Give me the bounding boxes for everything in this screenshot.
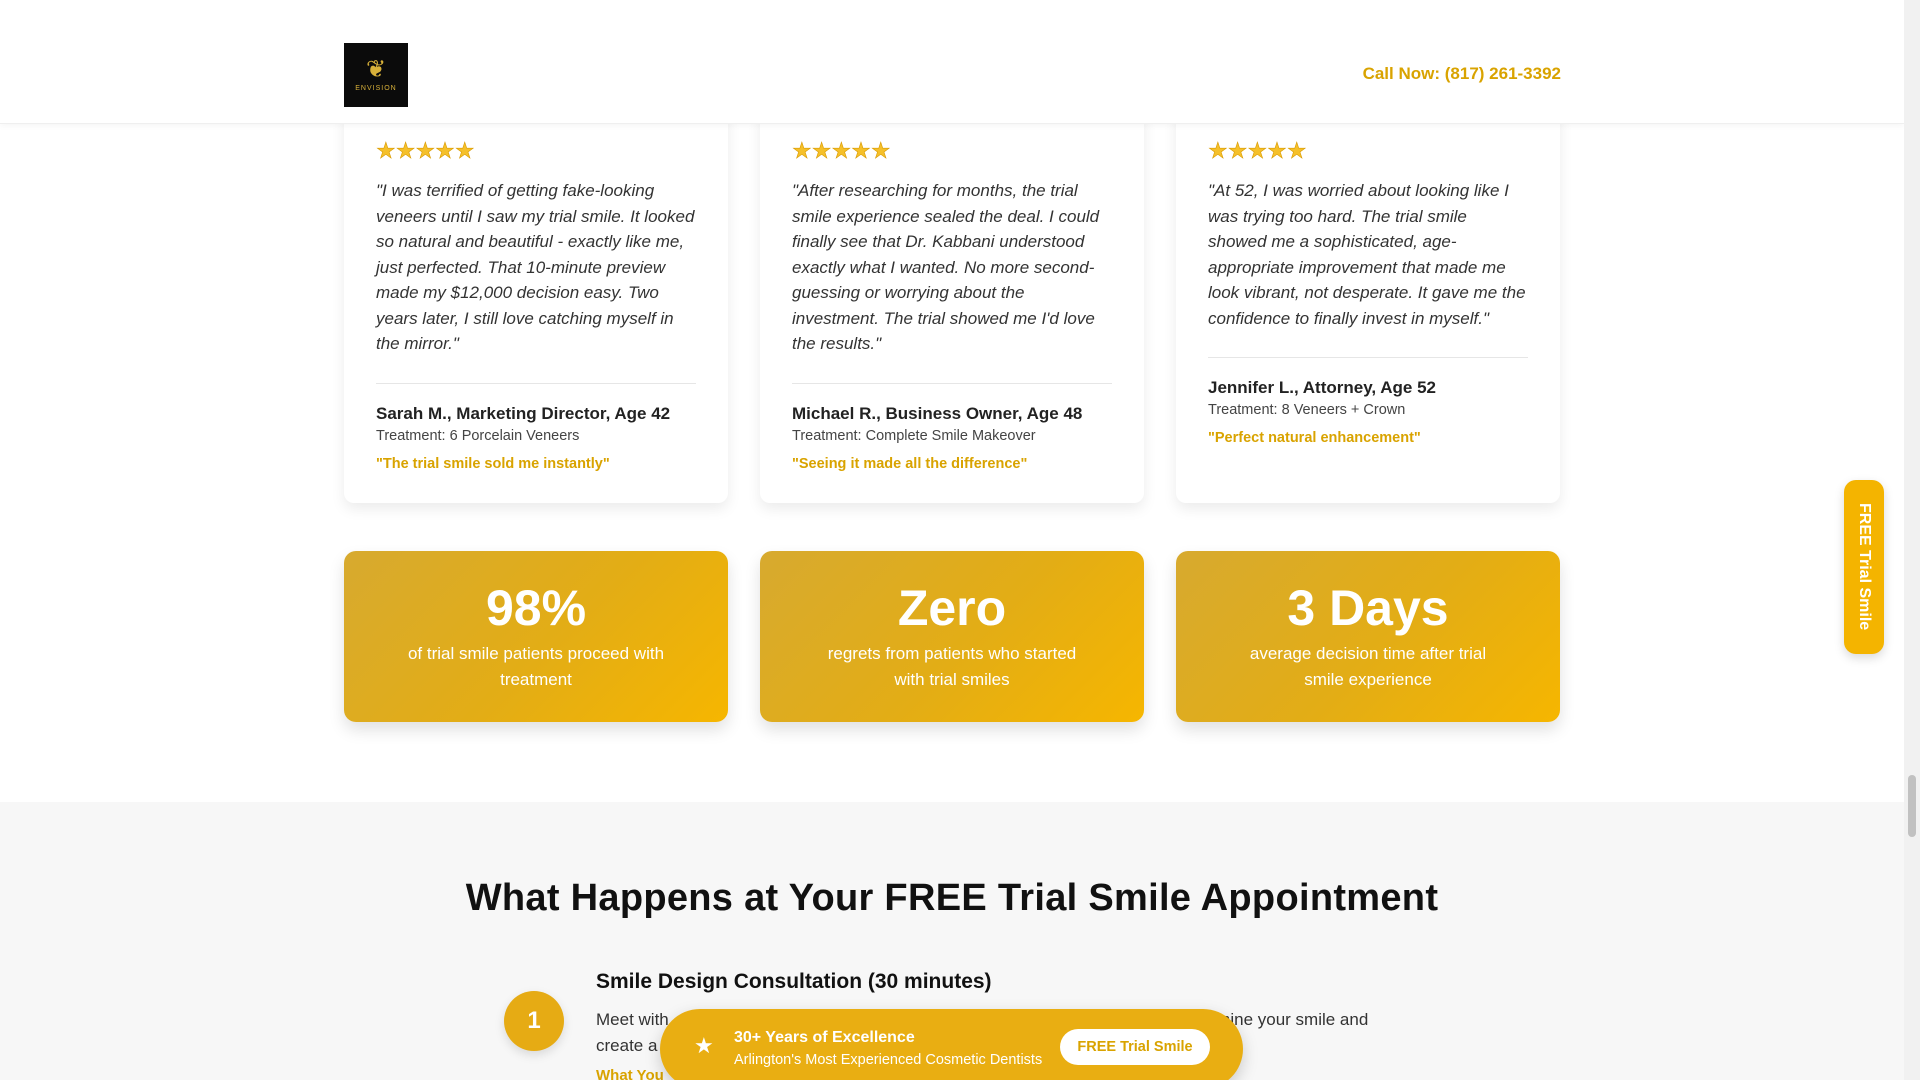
step-description-start: Meet with [596,1010,669,1029]
stat-label: average decision time after trial smile … [1249,644,1487,689]
lotus-icon: ❦ [365,56,387,83]
testimonial-quote: "At 52, I was worried about looking like… [1208,181,1526,328]
sticky-cta-bar: ★ 30+ Years of Excellence Arlington's Mo… [660,1009,1243,1080]
site-header: ❦ ENVISION Call Now: (817) 261-3392 [0,0,1904,124]
five-star-rating-icon: ★★★★★ [376,138,475,164]
step-link[interactable]: What You [596,1067,664,1080]
testimonials-row: ★★★★★ "I was terrified of getting fake-l… [344,100,1561,503]
testimonial-author: Michael R., Business Owner, Age 48 [792,403,1083,423]
testimonial-quote: "I was terrified of getting fake-looking… [376,181,695,353]
stat-label: regrets from patients who started with t… [827,644,1077,689]
star-icon: ★ [694,1033,714,1058]
stat-card: 3 Days average decision time after trial… [1176,551,1560,722]
free-trial-smile-button[interactable]: FREE Trial Smile [1060,1029,1210,1065]
stat-card: 98% of trial smile patients proceed with… [344,551,728,722]
step-description-line2: create a [596,1036,658,1055]
call-now-link[interactable]: Call Now: (817) 261-3392 [1363,64,1561,84]
scrollbar-thumb[interactable] [1908,775,1916,837]
testimonial-treatment: Treatment: 8 Veneers + Crown [1208,402,1406,418]
divider [376,382,696,384]
section-title: What Happens at Your FREE Trial Smile Ap… [465,877,1439,919]
page: ❦ ENVISION Call Now: (817) 261-3392 ★★★★… [0,0,1904,1080]
testimonial-treatment: Treatment: Complete Smile Makeover [792,427,1036,444]
cta-bar-subtitle: Arlington's Most Experienced Cosmetic De… [734,1052,1043,1068]
stat-value: 98% [485,580,587,636]
free-trial-side-tab[interactable]: FREE Trial Smile [1844,480,1884,654]
testimonial-tagline: "Perfect natural enhancement" [1208,430,1421,446]
testimonial-tagline: "The trial smile sold me instantly" [376,455,610,472]
side-tab-label: FREE Trial Smile [1856,503,1873,631]
envision-logo[interactable]: ❦ ENVISION [344,43,408,107]
testimonial-quote: "After researching for months, the trial… [792,181,1100,353]
logo-text: ENVISION [355,85,397,92]
five-star-rating-icon: ★★★★★ [792,138,891,164]
stats-row: 98% of trial smile patients proceed with… [344,551,1561,722]
step-title: Smile Design Consultation (30 minutes) [596,970,992,993]
divider [1208,357,1528,358]
stat-value: Zero [897,580,1007,636]
testimonial-card: ★★★★★ "I was terrified of getting fake-l… [344,100,728,503]
testimonial-treatment: Treatment: 6 Porcelain Veneers [376,427,580,444]
testimonial-author: Sarah M., Marketing Director, Age 42 [376,403,671,423]
testimonial-tagline: "Seeing it made all the difference" [792,455,1028,472]
testimonial-card: ★★★★★ "At 52, I was worried about lookin… [1176,100,1560,503]
testimonial-card: ★★★★★ "After researching for months, the… [760,100,1144,503]
testimonial-author: Jennifer L., Attorney, Age 52 [1208,378,1436,397]
stat-value: 3 Days [1287,580,1449,636]
stat-card: Zero regrets from patients who started w… [760,551,1144,722]
divider [792,382,1112,384]
cta-bar-title: 30+ Years of Excellence [734,1029,915,1046]
five-star-rating-icon: ★★★★★ [1208,138,1307,164]
vertical-scrollbar[interactable] [1904,0,1920,1080]
step-number-badge: 1 [504,991,564,1051]
stat-label: of trial smile patients proceed with tre… [407,644,665,689]
